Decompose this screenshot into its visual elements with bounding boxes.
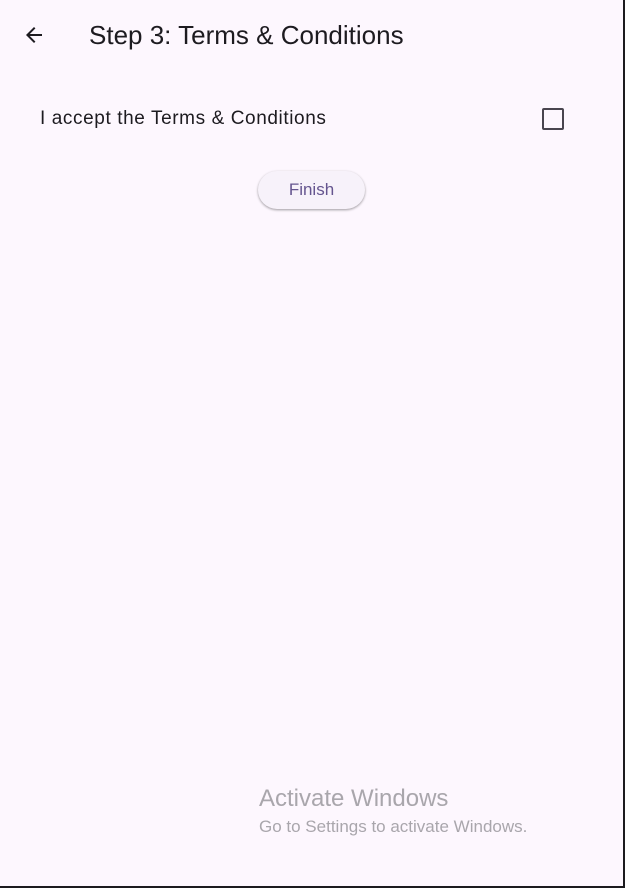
finish-button[interactable]: Finish — [258, 171, 365, 209]
arrow-left-icon — [26, 27, 42, 43]
watermark-subtitle: Go to Settings to activate Windows. — [259, 817, 528, 836]
page-title: Step 3: Terms & Conditions — [89, 20, 404, 50]
windows-activation-watermark: Activate Windows Go to Settings to activ… — [259, 784, 527, 838]
terms-checkbox[interactable] — [542, 108, 564, 130]
app-window: Step 3: Terms & Conditions I accept the … — [0, 0, 625, 888]
terms-checkbox-row[interactable]: I accept the Terms & Conditions — [0, 96, 623, 144]
watermark-title: Activate Windows — [259, 785, 449, 812]
terms-label: I accept the Terms & Conditions — [40, 108, 327, 129]
app-bar: Step 3: Terms & Conditions — [0, 0, 623, 70]
back-button[interactable] — [14, 15, 54, 55]
